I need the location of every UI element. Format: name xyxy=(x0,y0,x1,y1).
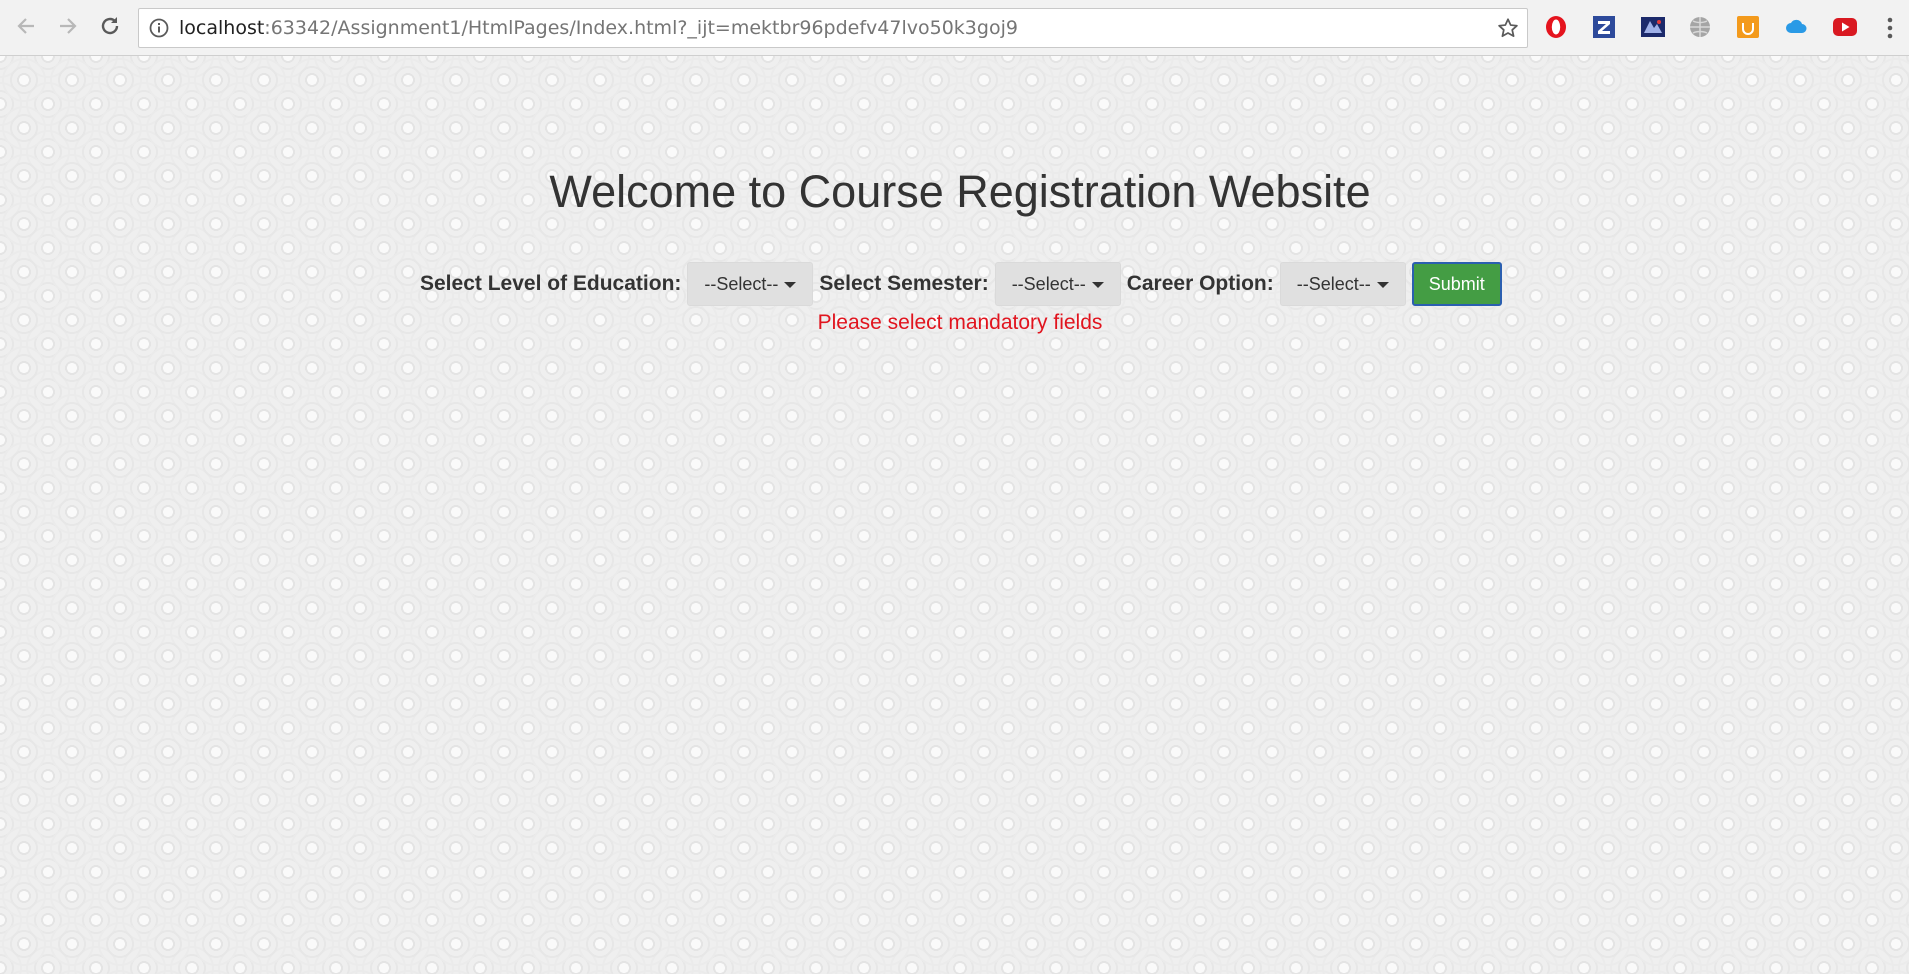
url-path: :63342/Assignment1/HtmlPages/Index.html?… xyxy=(264,17,1018,39)
semester-dropdown[interactable]: --Select-- xyxy=(994,262,1121,306)
browser-toolbar: localhost:63342/Assignment1/HtmlPages/In… xyxy=(0,0,1909,56)
arrow-left-icon xyxy=(17,18,34,34)
education-dropdown[interactable]: --Select-- xyxy=(687,262,814,306)
reload-icon xyxy=(101,17,119,35)
cloud-icon[interactable] xyxy=(1784,15,1808,39)
extension-icon[interactable] xyxy=(1640,15,1665,39)
page-background: Welcome to Course Registration Website S… xyxy=(0,56,1909,974)
caret-down-icon xyxy=(1376,281,1389,288)
caret-down-icon xyxy=(784,281,797,288)
back-button[interactable] xyxy=(11,11,41,41)
honey-icon[interactable] xyxy=(1736,15,1760,39)
info-icon[interactable] xyxy=(149,18,169,38)
address-bar[interactable]: localhost:63342/Assignment1/HtmlPages/In… xyxy=(138,8,1528,48)
semester-label: Select Semester: xyxy=(819,272,989,295)
education-dropdown-value: --Select-- xyxy=(704,273,779,294)
registration-form: Select Level of Education: --Select-- Se… xyxy=(420,262,1502,306)
arrow-right-icon xyxy=(60,18,77,34)
career-dropdown[interactable]: --Select-- xyxy=(1279,262,1406,306)
semester-dropdown-value: --Select-- xyxy=(1011,273,1086,294)
globe-icon[interactable] xyxy=(1688,15,1712,39)
caret-down-icon xyxy=(1091,281,1104,288)
error-message: Please select mandatory fields xyxy=(817,311,1103,334)
forward-button[interactable] xyxy=(53,11,83,41)
education-label: Select Level of Education: xyxy=(420,272,682,295)
browser-menu-icon[interactable] xyxy=(1884,14,1896,42)
submit-button[interactable]: Submit xyxy=(1411,262,1502,306)
career-dropdown-value: --Select-- xyxy=(1296,273,1371,294)
url-host: localhost xyxy=(179,17,265,39)
zotero-icon[interactable] xyxy=(1592,15,1616,39)
bookmark-star-icon[interactable] xyxy=(1497,17,1519,39)
reload-button[interactable] xyxy=(95,11,125,41)
career-label: Career Option: xyxy=(1126,272,1274,295)
url-text[interactable]: localhost:63342/Assignment1/HtmlPages/In… xyxy=(179,9,1018,47)
youtube-icon[interactable] xyxy=(1832,15,1857,39)
page-title: Welcome to Course Registration Website xyxy=(549,166,1371,217)
opera-icon[interactable] xyxy=(1544,15,1568,39)
